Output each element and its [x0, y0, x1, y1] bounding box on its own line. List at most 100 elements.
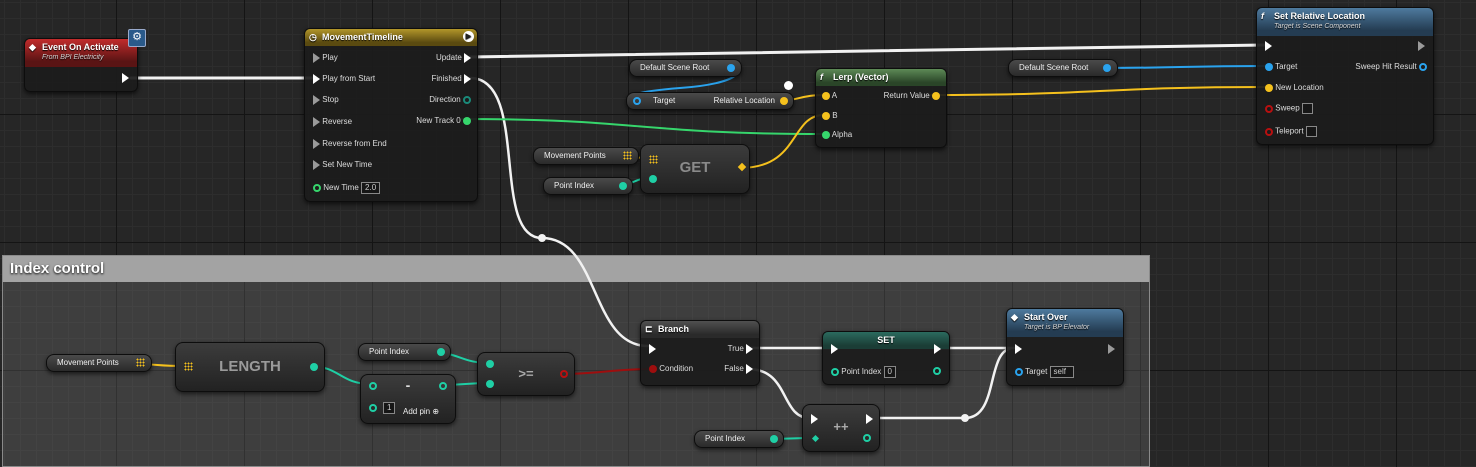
point-index-getter[interactable]: Point Index: [543, 177, 633, 195]
b-in-pin[interactable]: [486, 380, 494, 388]
exec-in-pin[interactable]: [1265, 41, 1272, 51]
b-pin[interactable]: B: [822, 111, 838, 121]
event-on-activate-node[interactable]: ◆ Event On Activate From BPI Electricity: [24, 38, 138, 92]
function-icon: f: [1261, 11, 1264, 21]
reverse-pin[interactable]: Reverse: [313, 117, 352, 127]
node-title: Set Relative Location: [1274, 11, 1366, 21]
play-pin[interactable]: Play: [313, 53, 338, 63]
increment-node[interactable]: ++: [802, 404, 880, 452]
relative-location-pin[interactable]: [780, 97, 788, 105]
node-title: Start Over: [1024, 312, 1068, 322]
teleport-checkbox[interactable]: [1305, 126, 1317, 137]
array-length-node[interactable]: LENGTH: [175, 342, 325, 392]
condition-pin[interactable]: Condition: [649, 364, 693, 374]
teleport-pin[interactable]: Teleport: [1265, 126, 1317, 137]
point-index-pin[interactable]: Point Index 0: [831, 366, 896, 378]
stop-pin[interactable]: Stop: [313, 95, 339, 105]
object-out-pin[interactable]: [727, 64, 735, 72]
exec-in-pin[interactable]: [831, 344, 838, 354]
length-out-pin[interactable]: [310, 363, 318, 371]
comment-title[interactable]: Index control: [3, 256, 1149, 282]
point-index-getter-3[interactable]: Point Index: [694, 430, 784, 448]
false-pin[interactable]: False: [724, 364, 753, 374]
value-out-pin[interactable]: [933, 366, 941, 376]
int-out-pin[interactable]: [863, 434, 871, 442]
movement-timeline-node[interactable]: ◷ MovementTimeline ▶ Play Play from Star…: [304, 28, 478, 202]
set-new-time-pin[interactable]: Set New Time: [313, 160, 372, 170]
int-out-pin[interactable]: [619, 182, 627, 190]
exec-in-pin[interactable]: [649, 344, 656, 354]
array-in-pin[interactable]: [649, 155, 658, 164]
target-input[interactable]: self: [1049, 366, 1074, 378]
vector-wire: [739, 114, 825, 169]
object-out-pin[interactable]: [1103, 64, 1111, 72]
float-wire: [461, 118, 825, 135]
timeline-edit-icon[interactable]: ▶: [463, 31, 474, 42]
target-pin[interactable]: Target self: [1015, 366, 1074, 378]
target-pin[interactable]: [633, 97, 641, 105]
exec-out-pin[interactable]: [122, 73, 129, 83]
node-header: SET: [823, 332, 949, 349]
return-value-pin[interactable]: Return Value: [884, 91, 940, 101]
subtract-node[interactable]: - 1 Add pin ⊕: [360, 374, 456, 424]
subtract-value-input[interactable]: 1: [383, 402, 396, 414]
sweep-checkbox[interactable]: [1301, 103, 1313, 114]
set-value-input[interactable]: 0: [883, 366, 896, 378]
greater-equal-node[interactable]: >=: [477, 352, 575, 396]
exec-out-pin[interactable]: [934, 344, 941, 354]
a-in-pin[interactable]: [486, 360, 494, 368]
int-ref-in-pin[interactable]: [811, 434, 820, 443]
result-out-pin[interactable]: [439, 382, 447, 390]
start-over-node[interactable]: ◆ Start Over Target is BP Elevator Targe…: [1006, 308, 1124, 386]
new-time-input[interactable]: 2.0: [361, 182, 381, 194]
a-in-pin[interactable]: [369, 382, 377, 390]
exec-wire: [468, 43, 1266, 59]
update-pin[interactable]: Update: [436, 53, 471, 63]
get-relative-location-node[interactable]: Target Relative Location: [626, 92, 794, 110]
movement-points-getter[interactable]: Movement Points: [533, 147, 639, 165]
exec-in-pin[interactable]: [1015, 344, 1022, 354]
movement-points-getter-2[interactable]: Movement Points: [46, 354, 152, 372]
new-track-0-pin[interactable]: New Track 0: [416, 116, 471, 126]
true-pin[interactable]: True: [728, 344, 753, 354]
new-location-pin[interactable]: New Location: [1265, 83, 1324, 93]
reverse-from-end-pin[interactable]: Reverse from End: [313, 139, 387, 149]
array-in-pin[interactable]: [184, 362, 193, 371]
reroute-node: [538, 234, 546, 242]
array-pin[interactable]: [136, 358, 145, 367]
sweep-pin[interactable]: Sweep: [1265, 103, 1313, 114]
exec-out-pin[interactable]: [1108, 344, 1115, 354]
lerp-vector-node[interactable]: f Lerp (Vector) A B Alpha Return Value: [815, 68, 947, 148]
finished-pin[interactable]: Finished: [432, 74, 471, 84]
play-from-start-pin[interactable]: Play from Start: [313, 74, 375, 84]
exec-in-pin[interactable]: [811, 414, 818, 424]
array-pin[interactable]: [623, 151, 632, 160]
node-title: Event On Activate: [42, 42, 119, 52]
a-pin[interactable]: A: [822, 91, 837, 101]
exec-out-pin[interactable]: [866, 414, 873, 424]
alpha-pin[interactable]: Alpha: [822, 130, 852, 140]
exec-out-pin[interactable]: [1418, 41, 1425, 51]
index-in-pin[interactable]: [649, 175, 657, 183]
int-out-pin[interactable]: [770, 435, 778, 443]
add-pin-button[interactable]: Add pin ⊕: [403, 407, 439, 417]
new-time-pin[interactable]: New Time 2.0: [313, 182, 381, 194]
bool-out-pin[interactable]: [560, 370, 568, 378]
exec-wire: [468, 76, 544, 240]
sweep-hit-result-pin[interactable]: Sweep Hit Result: [1355, 62, 1427, 72]
target-pin[interactable]: Target: [1265, 62, 1297, 72]
set-relative-location-node[interactable]: f Set Relative Location Target is Scene …: [1256, 7, 1434, 145]
int-out-pin[interactable]: [437, 348, 445, 356]
set-point-index-node[interactable]: SET Point Index 0: [822, 331, 950, 385]
length-label: LENGTH: [219, 358, 281, 375]
array-get-node[interactable]: GET: [640, 144, 750, 194]
default-scene-root-getter[interactable]: Default Scene Root: [629, 59, 742, 77]
point-index-getter-2[interactable]: Point Index: [358, 343, 451, 361]
branch-icon: ⊏: [645, 324, 653, 334]
event-diamond-icon: ◆: [29, 42, 36, 52]
function-icon: f: [820, 72, 823, 82]
direction-pin[interactable]: Direction: [429, 95, 471, 105]
b-in-pin[interactable]: [369, 404, 377, 412]
default-scene-root-getter-2[interactable]: Default Scene Root: [1008, 59, 1118, 77]
branch-node[interactable]: ⊏ Branch Condition True False: [640, 320, 760, 386]
